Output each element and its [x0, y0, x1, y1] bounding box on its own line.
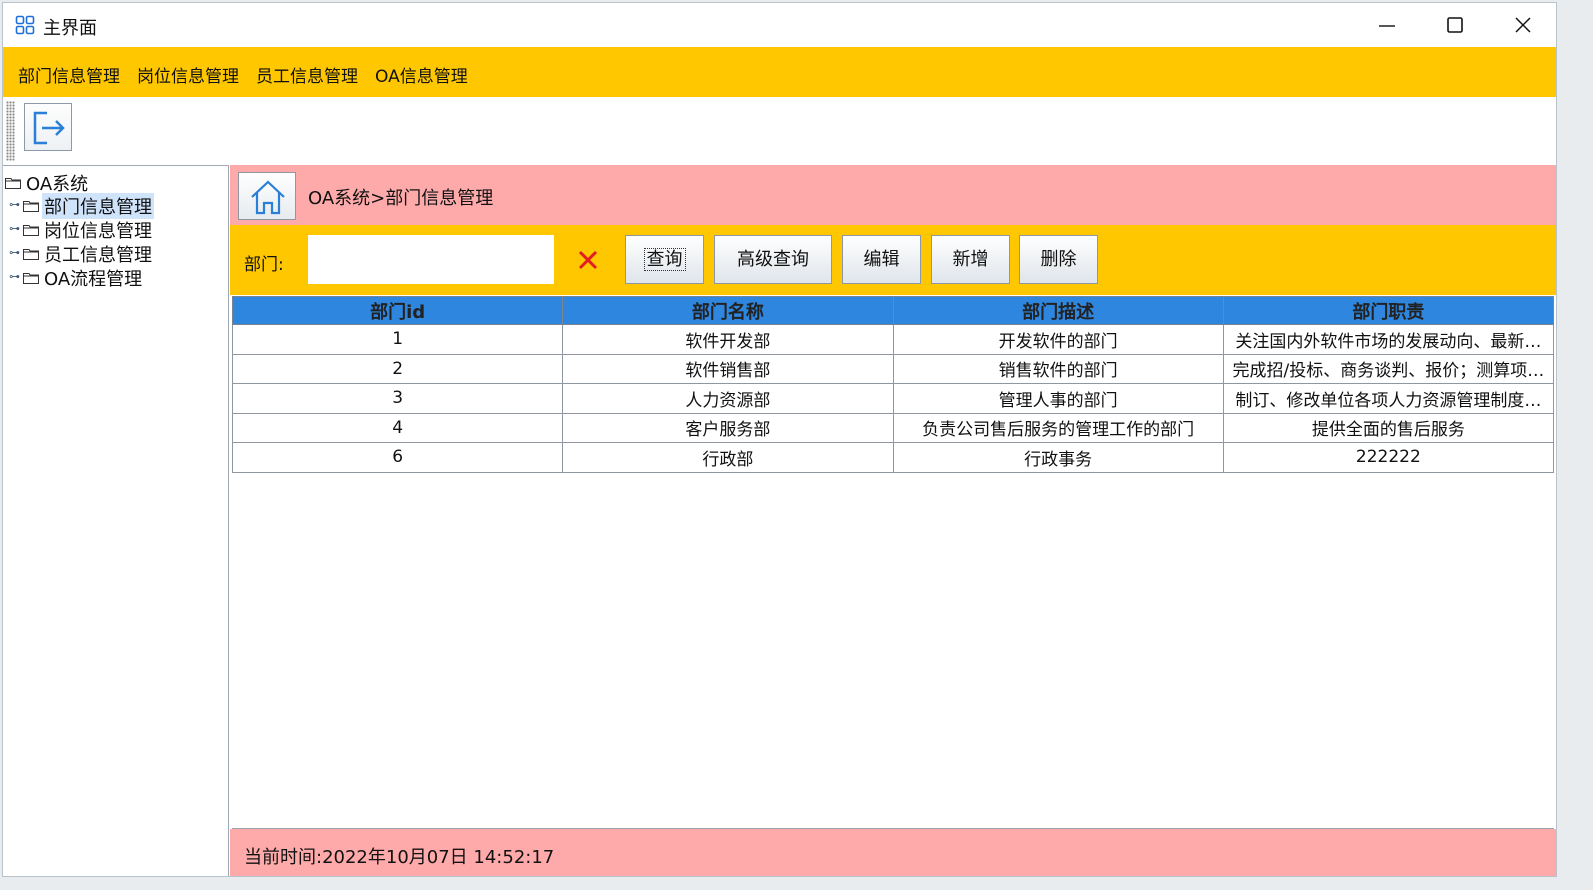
cell-id[interactable]: 1 [231, 324, 564, 355]
cell-id[interactable]: 2 [231, 353, 564, 384]
column-header-id[interactable]: 部门id [231, 296, 564, 325]
table-row[interactable]: 3 人力资源部 管理人事的部门 制订、修改单位各项人力资源管理制度… [231, 383, 1555, 414]
content-panel: OA系统>部门信息管理 部门: 查询 高级查询 编辑 新增 删除 部门id 部门… [230, 165, 1556, 876]
cell-id[interactable]: 6 [231, 442, 564, 473]
home-icon [251, 180, 285, 215]
breadcrumb-bar: OA系统>部门信息管理 [230, 165, 1556, 225]
table-row[interactable]: 2 软件销售部 销售软件的部门 完成招/投标、商务谈判、报价；测算项… [231, 353, 1555, 384]
minimize-icon [1379, 25, 1395, 27]
cell-id[interactable]: 4 [231, 412, 564, 443]
tree-item-position[interactable]: 岗位信息管理 [23, 217, 154, 243]
menu-item-department[interactable]: 部门信息管理 [18, 62, 120, 87]
tree-item-employee[interactable]: 员工信息管理 [23, 241, 154, 267]
cell-name[interactable]: 人力资源部 [562, 383, 894, 414]
tree-item-label: 岗位信息管理 [44, 221, 152, 242]
edit-button[interactable]: 编辑 [842, 235, 921, 284]
breadcrumb: OA系统>部门信息管理 [308, 188, 494, 209]
exit-button[interactable] [24, 103, 72, 151]
table-row[interactable]: 1 软件开发部 开发软件的部门 关注国内外软件市场的发展动向、最新… [231, 324, 1555, 355]
advanced-query-button[interactable]: 高级查询 [714, 235, 832, 284]
tree-item-oa-flow[interactable]: OA流程管理 [23, 265, 144, 291]
department-label: 部门: [244, 255, 284, 275]
maximize-button[interactable] [1421, 3, 1489, 47]
tree-expand-icon[interactable]: ⊶ [9, 270, 20, 283]
cell-description[interactable]: 负责公司售后服务的管理工作的部门 [892, 412, 1224, 443]
cell-description[interactable]: 管理人事的部门 [892, 383, 1224, 414]
folder-icon [23, 273, 39, 284]
status-bar: 当前时间:2022年10月07日 14:52:17 [230, 829, 1556, 876]
tree-item-label: 部门信息管理 [42, 193, 154, 219]
clear-x-icon[interactable] [577, 249, 599, 271]
delete-button[interactable]: 删除 [1019, 235, 1098, 284]
main-window: 主界面 部门信息管理 岗位信息管理 员工信息管理 OA信息管理 OA系统 ⊶ 部… [2, 2, 1557, 877]
department-search-input[interactable] [308, 235, 554, 284]
cell-name[interactable]: 客户服务部 [562, 412, 894, 443]
query-button[interactable]: 查询 [625, 235, 704, 284]
menu-item-position[interactable]: 岗位信息管理 [137, 62, 239, 87]
column-header-description[interactable]: 部门描述 [892, 296, 1224, 325]
close-icon [1515, 17, 1531, 33]
tree-item-label: OA流程管理 [44, 269, 143, 290]
table-row[interactable]: 6 行政部 行政事务 222222 [231, 442, 1555, 473]
toolbar-grip[interactable] [6, 101, 15, 161]
cell-name[interactable]: 行政部 [562, 442, 894, 473]
cell-duty[interactable]: 222222 [1222, 442, 1555, 473]
add-button[interactable]: 新增 [931, 235, 1010, 284]
maximize-icon [1447, 17, 1463, 33]
cell-id[interactable]: 3 [231, 383, 564, 414]
home-button[interactable] [238, 172, 296, 220]
cell-name[interactable]: 软件开发部 [562, 324, 894, 355]
exit-icon [33, 111, 65, 145]
folder-icon [23, 225, 39, 236]
cell-duty[interactable]: 制订、修改单位各项人力资源管理制度… [1222, 383, 1555, 414]
toolbar [3, 97, 1556, 165]
current-time-text: 当前时间:2022年10月07日 14:52:17 [244, 847, 555, 868]
cell-duty[interactable]: 提供全面的售后服务 [1222, 412, 1555, 443]
table-row[interactable]: 4 客户服务部 负责公司售后服务的管理工作的部门 提供全面的售后服务 [231, 412, 1555, 443]
tree-expand-icon[interactable]: ⊶ [9, 246, 20, 259]
cell-description[interactable]: 开发软件的部门 [892, 324, 1224, 355]
query-button-label: 查询 [643, 248, 686, 271]
cell-duty[interactable]: 完成招/投标、商务谈判、报价；测算项… [1222, 353, 1555, 384]
cell-description[interactable]: 销售软件的部门 [892, 353, 1224, 384]
window-title: 主界面 [43, 18, 97, 39]
menu-bar: 部门信息管理 岗位信息管理 员工信息管理 OA信息管理 [3, 47, 1556, 97]
tree-item-label: 员工信息管理 [44, 245, 152, 266]
tree-expand-icon[interactable]: ⊶ [9, 222, 20, 235]
menu-item-employee[interactable]: 员工信息管理 [256, 62, 358, 87]
close-button[interactable] [1489, 3, 1556, 47]
column-header-name[interactable]: 部门名称 [562, 296, 894, 325]
menu-item-oa[interactable]: OA信息管理 [375, 62, 468, 87]
department-table: 部门id 部门名称 部门描述 部门职责 1 软件开发部 开发软件的部门 关注国内… [231, 296, 1555, 828]
title-bar: 主界面 [3, 3, 1556, 47]
folder-icon [23, 201, 39, 212]
tree-expand-icon[interactable]: ⊶ [9, 198, 20, 211]
navigation-tree: OA系统 ⊶ 部门信息管理 ⊶ 岗位信息管理 ⊶ 员工信息管理 ⊶ OA流程管理 [3, 165, 229, 876]
cell-name[interactable]: 软件销售部 [562, 353, 894, 384]
folder-icon [5, 178, 21, 189]
search-bar: 部门: 查询 高级查询 编辑 新增 删除 [230, 225, 1556, 295]
app-grid-icon [15, 15, 35, 35]
minimize-button[interactable] [1353, 3, 1421, 47]
folder-icon [23, 249, 39, 260]
column-header-duty[interactable]: 部门职责 [1222, 296, 1555, 325]
cell-description[interactable]: 行政事务 [892, 442, 1224, 473]
tree-item-department[interactable]: 部门信息管理 [23, 193, 154, 219]
table-header-row: 部门id 部门名称 部门描述 部门职责 [231, 296, 1555, 325]
cell-duty[interactable]: 关注国内外软件市场的发展动向、最新… [1222, 324, 1555, 355]
